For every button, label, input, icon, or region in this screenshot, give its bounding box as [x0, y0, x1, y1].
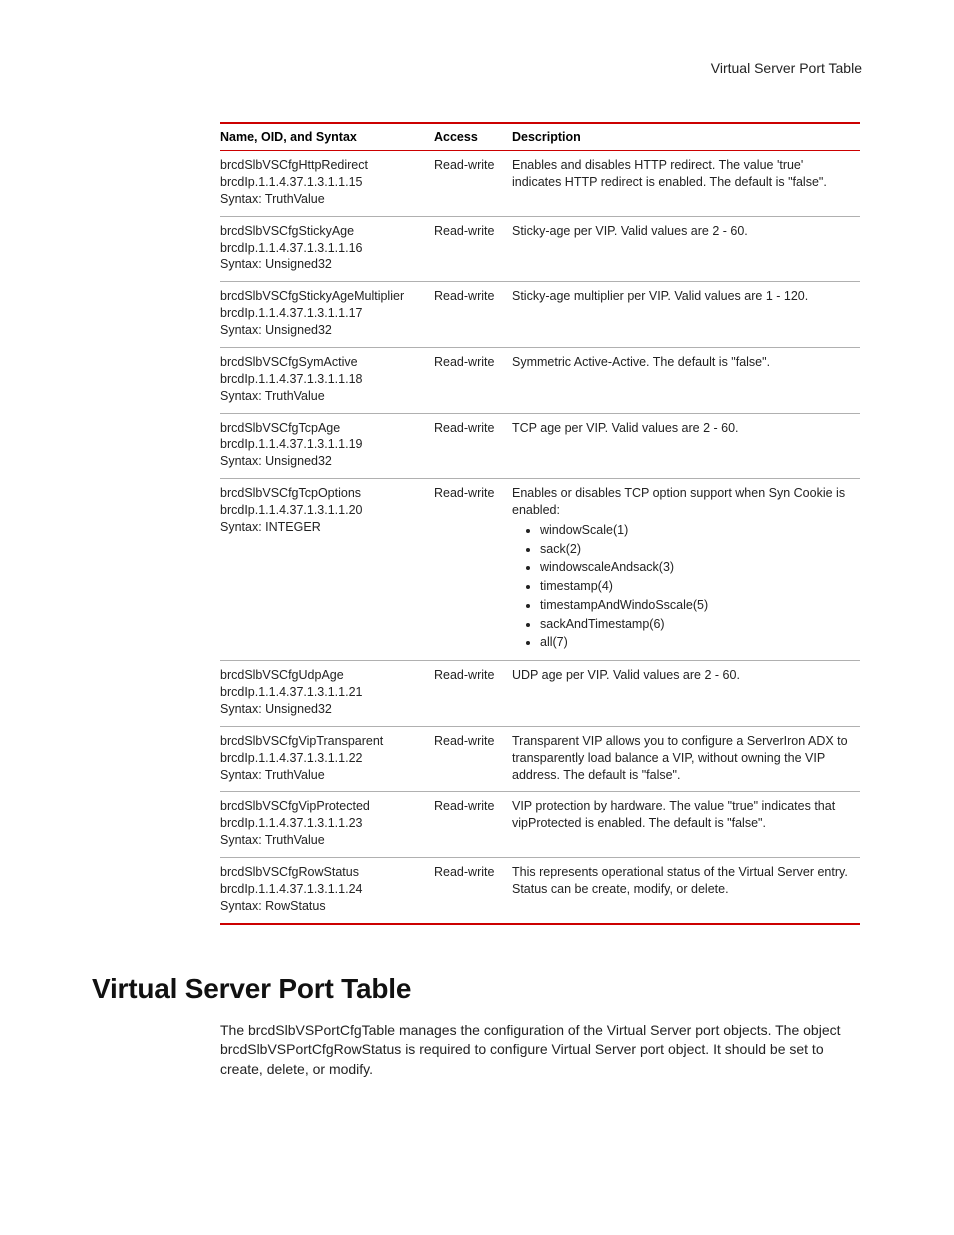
col-header-description: Description — [512, 123, 860, 151]
table-row: brcdSlbVSCfgRowStatusbrcdIp.1.1.4.37.1.3… — [220, 858, 860, 924]
table-header-row: Name, OID, and Syntax Access Description — [220, 123, 860, 151]
cell-access: Read-write — [434, 661, 512, 727]
cell-name-line: brcdSlbVSCfgHttpRedirect — [220, 157, 424, 174]
cell-name-line: brcdSlbVSCfgStickyAgeMultiplier — [220, 288, 424, 305]
cell-name: brcdSlbVSCfgStickyAgebrcdIp.1.1.4.37.1.3… — [220, 216, 434, 282]
cell-name: brcdSlbVSCfgTcpOptionsbrcdIp.1.1.4.37.1.… — [220, 479, 434, 661]
cell-oid-line: brcdIp.1.1.4.37.1.3.1.1.16 — [220, 240, 424, 257]
cell-name-line: brcdSlbVSCfgRowStatus — [220, 864, 424, 881]
mib-table: Name, OID, and Syntax Access Description… — [220, 122, 860, 925]
cell-description: Sticky-age per VIP. Valid values are 2 -… — [512, 216, 860, 282]
cell-description-text: UDP age per VIP. Valid values are 2 - 60… — [512, 668, 740, 682]
cell-syntax-line: Syntax: Unsigned32 — [220, 322, 424, 339]
cell-description-text: Symmetric Active-Active. The default is … — [512, 355, 770, 369]
cell-name: brcdSlbVSCfgRowStatusbrcdIp.1.1.4.37.1.3… — [220, 858, 434, 924]
table-row: brcdSlbVSCfgStickyAgeMultiplierbrcdIp.1.… — [220, 282, 860, 348]
cell-description-text: Enables and disables HTTP redirect. The … — [512, 158, 827, 189]
cell-description: VIP protection by hardware. The value "t… — [512, 792, 860, 858]
cell-name-line: brcdSlbVSCfgUdpAge — [220, 667, 424, 684]
col-header-access: Access — [434, 123, 512, 151]
cell-access: Read-write — [434, 792, 512, 858]
cell-name-line: brcdSlbVSCfgStickyAge — [220, 223, 424, 240]
cell-option-item: windowScale(1) — [540, 521, 850, 540]
cell-name-line: brcdSlbVSCfgVipProtected — [220, 798, 424, 815]
cell-description: Enables or disables TCP option support w… — [512, 479, 860, 661]
table-row: brcdSlbVSCfgVipTransparentbrcdIp.1.1.4.3… — [220, 726, 860, 792]
cell-name: brcdSlbVSCfgTcpAgebrcdIp.1.1.4.37.1.3.1.… — [220, 413, 434, 479]
cell-option-item: timestamp(4) — [540, 577, 850, 596]
cell-description: Transparent VIP allows you to configure … — [512, 726, 860, 792]
col-header-name: Name, OID, and Syntax — [220, 123, 434, 151]
cell-syntax-line: Syntax: Unsigned32 — [220, 256, 424, 273]
cell-name: brcdSlbVSCfgSymActivebrcdIp.1.1.4.37.1.3… — [220, 347, 434, 413]
cell-description-text: VIP protection by hardware. The value "t… — [512, 799, 835, 830]
cell-name: brcdSlbVSCfgStickyAgeMultiplierbrcdIp.1.… — [220, 282, 434, 348]
cell-description-text: TCP age per VIP. Valid values are 2 - 60… — [512, 421, 739, 435]
cell-access: Read-write — [434, 479, 512, 661]
cell-options-list: windowScale(1)sack(2)windowscaleAndsack(… — [512, 521, 850, 652]
cell-access: Read-write — [434, 726, 512, 792]
cell-oid-line: brcdIp.1.1.4.37.1.3.1.1.24 — [220, 881, 424, 898]
cell-oid-line: brcdIp.1.1.4.37.1.3.1.1.22 — [220, 750, 424, 767]
cell-description: This represents operational status of th… — [512, 858, 860, 924]
cell-description-text: Sticky-age multiplier per VIP. Valid val… — [512, 289, 808, 303]
cell-description: Sticky-age multiplier per VIP. Valid val… — [512, 282, 860, 348]
cell-syntax-line: Syntax: INTEGER — [220, 519, 424, 536]
cell-name: brcdSlbVSCfgHttpRedirectbrcdIp.1.1.4.37.… — [220, 151, 434, 217]
cell-syntax-line: Syntax: TruthValue — [220, 388, 424, 405]
table-row: brcdSlbVSCfgTcpAgebrcdIp.1.1.4.37.1.3.1.… — [220, 413, 860, 479]
cell-option-item: timestampAndWindoSscale(5) — [540, 596, 850, 615]
cell-oid-line: brcdIp.1.1.4.37.1.3.1.1.17 — [220, 305, 424, 322]
cell-name-line: brcdSlbVSCfgVipTransparent — [220, 733, 424, 750]
table-row: brcdSlbVSCfgUdpAgebrcdIp.1.1.4.37.1.3.1.… — [220, 661, 860, 727]
page-header: Virtual Server Port Table — [92, 60, 862, 76]
table-row: brcdSlbVSCfgSymActivebrcdIp.1.1.4.37.1.3… — [220, 347, 860, 413]
cell-description-text: This represents operational status of th… — [512, 865, 848, 896]
table-row: brcdSlbVSCfgHttpRedirectbrcdIp.1.1.4.37.… — [220, 151, 860, 217]
cell-syntax-line: Syntax: TruthValue — [220, 832, 424, 849]
section-body: The brcdSlbVSPortCfgTable manages the co… — [220, 1021, 860, 1080]
table-row: brcdSlbVSCfgVipProtectedbrcdIp.1.1.4.37.… — [220, 792, 860, 858]
cell-oid-line: brcdIp.1.1.4.37.1.3.1.1.18 — [220, 371, 424, 388]
cell-description-text: Enables or disables TCP option support w… — [512, 486, 845, 517]
cell-name-line: brcdSlbVSCfgSymActive — [220, 354, 424, 371]
cell-syntax-line: Syntax: Unsigned32 — [220, 701, 424, 718]
cell-access: Read-write — [434, 151, 512, 217]
cell-syntax-line: Syntax: TruthValue — [220, 767, 424, 784]
cell-access: Read-write — [434, 858, 512, 924]
cell-description-text: Transparent VIP allows you to configure … — [512, 734, 848, 782]
cell-name: brcdSlbVSCfgUdpAgebrcdIp.1.1.4.37.1.3.1.… — [220, 661, 434, 727]
cell-oid-line: brcdIp.1.1.4.37.1.3.1.1.20 — [220, 502, 424, 519]
cell-syntax-line: Syntax: TruthValue — [220, 191, 424, 208]
cell-name-line: brcdSlbVSCfgTcpAge — [220, 420, 424, 437]
cell-description-text: Sticky-age per VIP. Valid values are 2 -… — [512, 224, 748, 238]
cell-access: Read-write — [434, 347, 512, 413]
cell-access: Read-write — [434, 216, 512, 282]
cell-description: UDP age per VIP. Valid values are 2 - 60… — [512, 661, 860, 727]
cell-description: Symmetric Active-Active. The default is … — [512, 347, 860, 413]
cell-oid-line: brcdIp.1.1.4.37.1.3.1.1.21 — [220, 684, 424, 701]
cell-access: Read-write — [434, 282, 512, 348]
cell-oid-line: brcdIp.1.1.4.37.1.3.1.1.15 — [220, 174, 424, 191]
cell-name: brcdSlbVSCfgVipProtectedbrcdIp.1.1.4.37.… — [220, 792, 434, 858]
cell-oid-line: brcdIp.1.1.4.37.1.3.1.1.19 — [220, 436, 424, 453]
cell-option-item: windowscaleAndsack(3) — [540, 558, 850, 577]
table-row: brcdSlbVSCfgStickyAgebrcdIp.1.1.4.37.1.3… — [220, 216, 860, 282]
section-title: Virtual Server Port Table — [92, 973, 862, 1005]
cell-oid-line: brcdIp.1.1.4.37.1.3.1.1.23 — [220, 815, 424, 832]
cell-description: Enables and disables HTTP redirect. The … — [512, 151, 860, 217]
table-row: brcdSlbVSCfgTcpOptionsbrcdIp.1.1.4.37.1.… — [220, 479, 860, 661]
cell-access: Read-write — [434, 413, 512, 479]
cell-syntax-line: Syntax: Unsigned32 — [220, 453, 424, 470]
cell-syntax-line: Syntax: RowStatus — [220, 898, 424, 915]
cell-name-line: brcdSlbVSCfgTcpOptions — [220, 485, 424, 502]
cell-option-item: sackAndTimestamp(6) — [540, 615, 850, 634]
cell-name: brcdSlbVSCfgVipTransparentbrcdIp.1.1.4.3… — [220, 726, 434, 792]
cell-option-item: all(7) — [540, 633, 850, 652]
cell-description: TCP age per VIP. Valid values are 2 - 60… — [512, 413, 860, 479]
cell-option-item: sack(2) — [540, 540, 850, 559]
